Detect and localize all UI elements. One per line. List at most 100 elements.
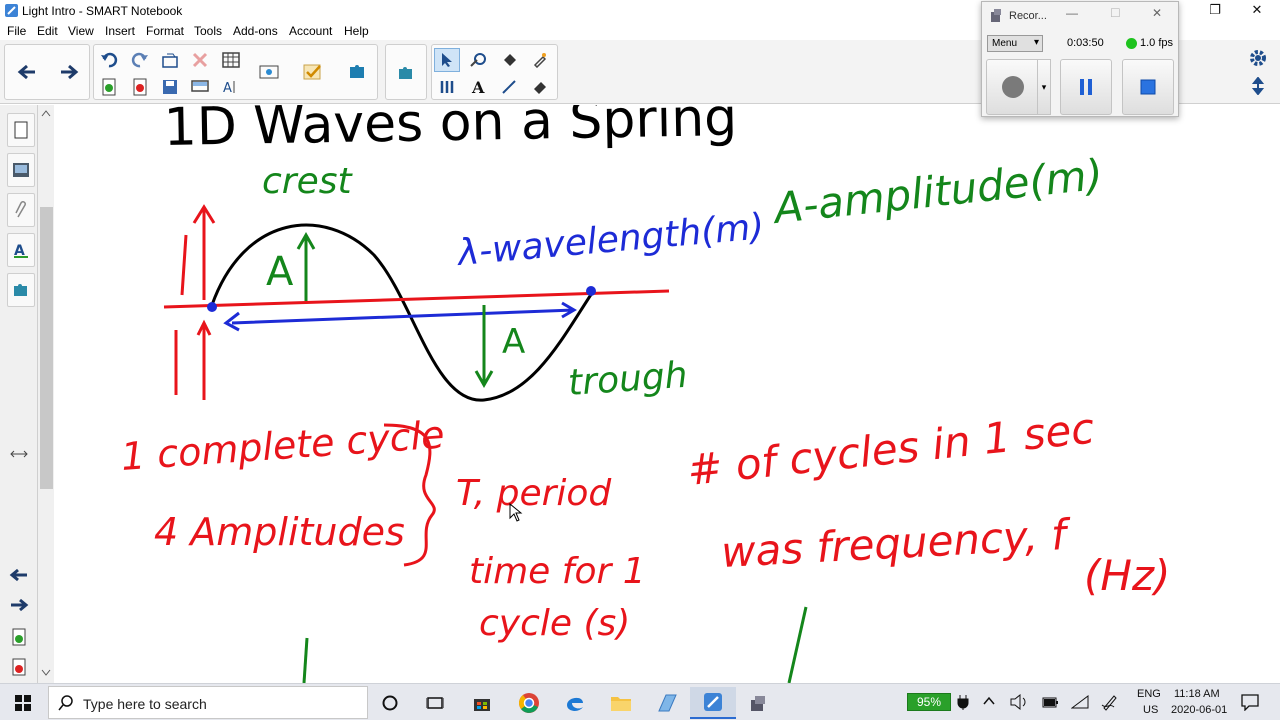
- gallery-tab[interactable]: [7, 153, 35, 187]
- side-delete-page-button[interactable]: [11, 658, 27, 679]
- select-tool-button[interactable]: [434, 48, 460, 72]
- menu-view[interactable]: View: [68, 24, 94, 38]
- properties-tab[interactable]: A: [7, 233, 35, 267]
- record-button[interactable]: [986, 59, 1040, 115]
- delete-page-button[interactable]: [127, 75, 153, 99]
- volume-icon[interactable]: [1010, 694, 1028, 710]
- scrollbar-thumb[interactable]: [40, 207, 53, 489]
- chrome-button[interactable]: [506, 687, 552, 719]
- recording-elapsed-time: 0:03:50: [1067, 37, 1104, 49]
- menu-edit[interactable]: Edit: [37, 24, 58, 38]
- smart-notebook-taskbar-button[interactable]: [690, 687, 736, 719]
- properties-button[interactable]: A: [218, 75, 244, 99]
- show-hidden-icons-chevron-icon[interactable]: [983, 696, 995, 706]
- side-previous-page-button[interactable]: [9, 568, 29, 585]
- record-options-dropdown[interactable]: ▾: [1037, 59, 1051, 115]
- scroll-down-icon[interactable]: [41, 669, 51, 677]
- text-tool-button[interactable]: A: [465, 75, 491, 99]
- screen-shade-button[interactable]: [187, 75, 213, 99]
- open-file-button[interactable]: [157, 48, 183, 72]
- side-next-page-button[interactable]: [9, 598, 29, 615]
- input-region[interactable]: US: [1143, 704, 1158, 716]
- save-button[interactable]: [157, 75, 183, 99]
- wifi-icon[interactable]: [1071, 694, 1089, 710]
- menu-help[interactable]: Help: [344, 24, 369, 38]
- magic-pen-button[interactable]: [527, 48, 553, 72]
- side-add-page-button[interactable]: [11, 628, 27, 649]
- menu-account[interactable]: Account: [289, 24, 332, 38]
- menu-file[interactable]: File: [7, 24, 26, 38]
- move-toolbar-button[interactable]: [1245, 74, 1271, 98]
- response-button[interactable]: [300, 60, 326, 84]
- recorder-taskbar-button[interactable]: [736, 687, 782, 719]
- menu-insert[interactable]: Insert: [105, 24, 135, 38]
- menu-add-ons[interactable]: Add-ons: [233, 24, 278, 38]
- stop-button[interactable]: [1122, 59, 1174, 115]
- taskbar-search-box[interactable]: Type here to search: [48, 686, 368, 719]
- redo-button[interactable]: [127, 48, 153, 72]
- file-explorer-button[interactable]: [598, 687, 644, 719]
- addons-tab[interactable]: [7, 273, 35, 307]
- crest-amplitude-arrow: [296, 231, 316, 301]
- recorder-title: Recor...: [1009, 10, 1047, 22]
- settings-button[interactable]: [1245, 46, 1271, 70]
- insert-table-button[interactable]: [218, 48, 244, 72]
- capture-button[interactable]: [256, 60, 282, 84]
- frequency-text: was frequency, f: [720, 510, 1073, 577]
- battery-percentage-badge[interactable]: 95%: [907, 693, 951, 711]
- eraser-tool-button[interactable]: [527, 75, 553, 99]
- task-view-button[interactable]: [412, 687, 458, 719]
- period-text: T, period: [456, 473, 612, 514]
- glass-app-icon: [658, 694, 677, 712]
- trough-amplitude-arrow: [474, 305, 494, 389]
- delete-button[interactable]: [187, 48, 213, 72]
- clock-time[interactable]: 11:18 AM: [1174, 688, 1220, 700]
- pens-tool-button[interactable]: [434, 75, 460, 99]
- properties-icon: A: [14, 243, 28, 259]
- trough-a-text: A: [502, 322, 525, 362]
- redo-icon: [131, 52, 148, 68]
- resize-sidebar-handle[interactable]: [10, 448, 28, 462]
- recorder-minimize-button[interactable]: —: [1066, 6, 1078, 20]
- arrow-left-icon: [17, 64, 35, 80]
- close-button[interactable]: ✕: [1234, 0, 1280, 22]
- shapes-tool-button[interactable]: [465, 48, 491, 72]
- previous-page-button[interactable]: [14, 60, 40, 84]
- edge-button[interactable]: [552, 687, 598, 719]
- input-language[interactable]: ENG: [1137, 688, 1161, 700]
- recorder-close-button[interactable]: ✕: [1152, 6, 1162, 20]
- pause-button[interactable]: [1060, 59, 1112, 115]
- add-page-button[interactable]: [96, 75, 122, 99]
- store-button[interactable]: [459, 687, 505, 719]
- smart-addon-button[interactable]: [344, 60, 370, 84]
- page-sorter-tab[interactable]: [7, 113, 35, 147]
- start-button[interactable]: [0, 687, 46, 719]
- fill-tool-button[interactable]: [496, 48, 522, 72]
- restore-button[interactable]: ❐: [1192, 0, 1238, 22]
- whiteboard-canvas[interactable]: 1D Waves on a Spring crest A A trough λ-…: [54, 105, 1280, 683]
- clock-date[interactable]: 2020-06-01: [1171, 704, 1227, 716]
- store-bag-icon: [474, 699, 490, 711]
- scroll-up-icon[interactable]: [41, 109, 51, 117]
- puzzle-piece-icon: [399, 67, 412, 79]
- cortana-button[interactable]: [367, 687, 413, 719]
- pause-icon: [1080, 79, 1092, 95]
- menu-format[interactable]: Format: [146, 24, 184, 38]
- svg-text:A: A: [223, 81, 232, 95]
- crest-a-text: A: [266, 249, 294, 295]
- plug-icon[interactable]: [957, 694, 969, 710]
- undo-button[interactable]: [96, 48, 122, 72]
- action-center-icon[interactable]: [1241, 693, 1259, 711]
- menu-tools[interactable]: Tools: [194, 24, 222, 38]
- line-tool-button[interactable]: [496, 75, 522, 99]
- recorder-menu-dropdown[interactable]: Menu ▾: [987, 35, 1043, 52]
- attachments-tab[interactable]: [7, 193, 35, 227]
- pen-workspace-icon[interactable]: [1101, 693, 1119, 711]
- notebook-glass-button[interactable]: [644, 687, 690, 719]
- screen-shade-icon: [191, 80, 209, 92]
- recorder-maximize-button[interactable]: ☐: [1110, 6, 1121, 20]
- addons-button[interactable]: [393, 60, 419, 84]
- next-page-button[interactable]: [56, 60, 82, 84]
- battery-icon[interactable]: [1041, 694, 1059, 710]
- search-icon: [58, 695, 73, 711]
